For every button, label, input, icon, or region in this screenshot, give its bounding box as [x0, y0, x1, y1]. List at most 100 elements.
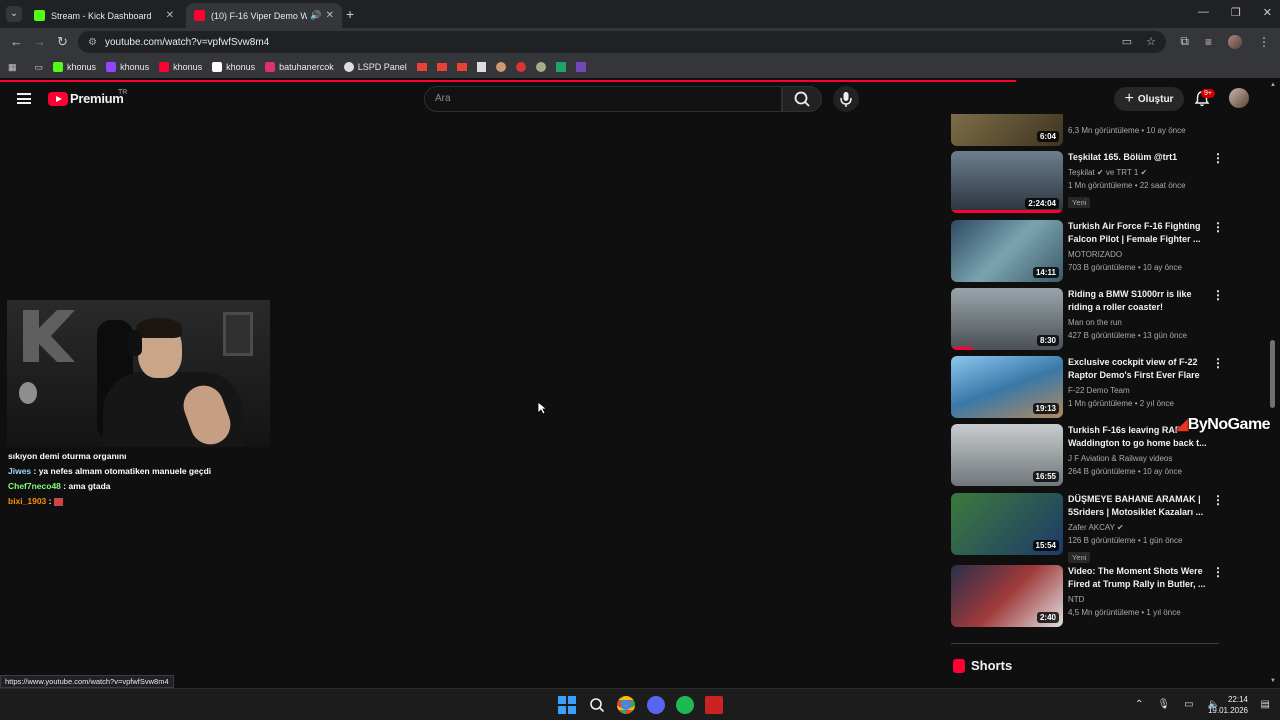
video-thumbnail[interactable]: 16:55 [951, 424, 1063, 486]
tab-youtube[interactable]: (10) F-16 Viper Demo Wing 🔊 ✕ [186, 3, 342, 28]
more-options-icon[interactable]: ⋮ [1212, 565, 1224, 579]
streamer-hair [136, 318, 182, 338]
speaker-icon[interactable]: 🔊 [310, 10, 321, 21]
video-thumbnail[interactable]: 2:24:04 [951, 151, 1063, 213]
search-icon[interactable] [588, 696, 606, 714]
restore-icon[interactable]: ❐ [1231, 6, 1241, 19]
windows-start-icon[interactable] [558, 696, 576, 714]
apps-icon[interactable]: ▦ [8, 62, 17, 73]
close-tab-icon[interactable]: ✕ [166, 10, 174, 21]
taskbar-clock[interactable]: 22:14 19.01.2026 [1208, 694, 1248, 716]
create-button[interactable]: + Oluştur [1114, 87, 1184, 111]
bookmark-icon[interactable] [535, 62, 546, 72]
bookmark-star-icon[interactable]: ☆ [1146, 35, 1156, 48]
loading-progress-bar [0, 80, 1016, 82]
bookmark-icon[interactable] [515, 62, 526, 72]
webcam-overlay [7, 300, 270, 447]
more-options-icon[interactable]: ⋮ [1212, 151, 1224, 165]
sheets-icon[interactable] [555, 62, 566, 72]
new-badge: Yeni [1068, 552, 1091, 563]
video-thumbnail[interactable]: 19:13 [951, 356, 1063, 418]
chat-overlay: sıkıyon demi oturma organını Jiwes : ya … [8, 449, 211, 509]
shorts-section-header: Shorts [953, 658, 1012, 673]
search-button[interactable] [782, 86, 822, 112]
tab-strip: ⌄ Stream - Kick Dashboard ✕ (10) F-16 Vi… [0, 0, 1280, 28]
site-info-icon[interactable]: ⚙ [88, 37, 97, 48]
voice-search-button[interactable] [833, 86, 859, 112]
network-icon[interactable]: ▭ [1184, 699, 1193, 710]
video-thumbnail[interactable]: 15:54 [951, 493, 1063, 555]
lspd-icon [343, 62, 354, 72]
notification-count-badge: 9+ [1201, 89, 1215, 98]
bookmark-x[interactable]: khonus [212, 62, 255, 72]
close-window-icon[interactable]: ✕ [1263, 6, 1272, 19]
gmail-icon[interactable] [456, 63, 467, 71]
recommendation-item[interactable]: 2:24:04 Teşkilat 165. Bölüm @trt1 Teşkil… [951, 151, 1224, 213]
bookmark-youtube[interactable]: khonus [159, 62, 202, 72]
search-input[interactable]: Ara [424, 86, 782, 112]
back-icon[interactable]: ← [10, 34, 23, 49]
chrome-icon[interactable] [617, 696, 635, 714]
bookmark-twitch[interactable]: khonus [106, 62, 149, 72]
video-thumbnail[interactable]: 6:04 [951, 114, 1063, 146]
bookmarks-bar: ▦ ▭ khonus khonus khonus khonus batuhane… [0, 56, 1280, 78]
document-icon[interactable] [476, 62, 486, 72]
more-options-icon[interactable]: ⋮ [1212, 220, 1224, 234]
recommendation-item[interactable]: 2:40 Video: The Moment Shots Were Fired … [951, 565, 1224, 627]
profile-avatar[interactable] [1228, 34, 1242, 49]
forms-icon[interactable] [575, 62, 586, 72]
scroll-down-arrow[interactable]: ▼ [1270, 678, 1276, 684]
browser-menu-icon[interactable]: ⋮ [1258, 35, 1270, 49]
close-tab-icon[interactable]: ✕ [326, 10, 334, 21]
bookmark-icon[interactable] [495, 62, 506, 72]
gmail-icon[interactable] [436, 63, 447, 71]
more-options-icon[interactable]: ⋮ [1212, 493, 1224, 507]
minimize-icon[interactable]: — [1198, 6, 1209, 19]
new-tab-button[interactable]: + [346, 6, 354, 22]
video-thumbnail[interactable]: 2:40 [951, 565, 1063, 627]
more-options-icon[interactable]: ⋮ [1212, 356, 1224, 370]
video-thumbnail[interactable]: 8:30 [951, 288, 1063, 350]
obs-app-icon[interactable] [705, 696, 723, 714]
recommendation-item[interactable]: 8:30 Riding a BMW S1000rr is like riding… [951, 288, 1224, 350]
bookmark-kick[interactable]: khonus [53, 62, 96, 72]
bookmark-lspd[interactable]: LSPD Panel [343, 62, 407, 72]
forward-icon[interactable]: → [33, 34, 46, 49]
notification-icon[interactable]: ▤ [1261, 699, 1270, 710]
recommendation-item[interactable]: 19:13 Exclusive cockpit view of F-22 Rap… [951, 356, 1224, 418]
address-bar[interactable]: ⚙ youtube.com/watch?v=vpfwfSvw8m4 ▭ ☆ [78, 31, 1166, 53]
chat-message: sıkıyon demi oturma organını [8, 451, 127, 461]
scroll-up-arrow[interactable]: ▲ [1270, 82, 1276, 88]
status-bar-url: https://www.youtube.com/watch?v=vpfwfSvw… [0, 675, 174, 688]
youtube-play-icon [48, 91, 68, 106]
media-icon[interactable]: ≡ [1205, 35, 1212, 49]
tab-search-button[interactable]: ⌄ [6, 6, 22, 22]
tab-kick-dashboard[interactable]: Stream - Kick Dashboard ✕ [26, 3, 182, 28]
cast-icon[interactable]: ▭ [1122, 35, 1132, 48]
watch-progress-bar [951, 210, 1063, 213]
tab-title: (10) F-16 Viper Demo Wing [211, 10, 308, 21]
bynogame-watermark: ◢ByNoGame [1176, 416, 1271, 433]
recommendation-item[interactable]: 6:04 6,3 Mn görüntüleme • 10 ay önce [951, 114, 1219, 146]
video-thumbnail[interactable]: 14:11 [951, 220, 1063, 282]
spotify-icon[interactable] [676, 696, 694, 714]
microphone-icon[interactable]: 🎙 [1157, 699, 1170, 710]
account-avatar[interactable] [1229, 88, 1249, 108]
url-text: youtube.com/watch?v=vpfwfSvw8m4 [104, 36, 270, 48]
extensions-icon[interactable]: ⧉ [1180, 34, 1189, 49]
more-options-icon[interactable]: ⋮ [1212, 288, 1224, 302]
tray-expand-icon[interactable]: ⌃ [1135, 699, 1143, 710]
bookmark-instagram[interactable]: batuhanercok [265, 62, 334, 72]
youtube-premium-logo[interactable]: Premium TR [48, 89, 127, 106]
discord-icon[interactable] [647, 696, 665, 714]
scrollbar-thumb[interactable] [1270, 340, 1275, 408]
microphone-icon [840, 92, 852, 107]
gmail-icon[interactable] [416, 63, 427, 71]
recommendation-item[interactable]: 14:11 Turkish Air Force F-16 Fighting Fa… [951, 220, 1224, 282]
kick-favicon-icon [34, 10, 45, 21]
recommendation-item[interactable]: 15:54 DÜŞMEYE BAHANE ARAMAK | 5Sriders |… [951, 493, 1224, 563]
menu-icon[interactable] [17, 93, 31, 104]
folder-icon[interactable]: ▭ [35, 62, 44, 73]
reload-icon[interactable]: ↻ [57, 34, 68, 50]
shorts-icon [953, 658, 965, 673]
